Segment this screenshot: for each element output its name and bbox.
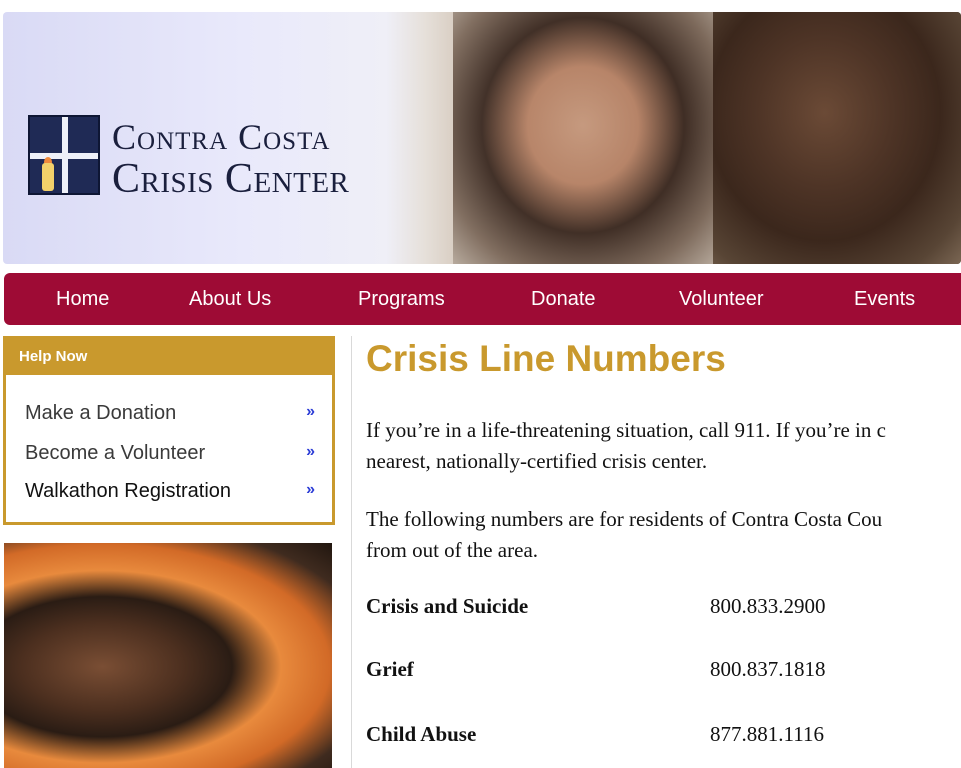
residents-line-1: The following numbers are for residents …	[366, 507, 883, 531]
logo-line2: Crisis Center	[112, 156, 350, 202]
grief-label: Grief	[366, 657, 414, 681]
sidebar-item-label: Make a Donation	[25, 402, 177, 424]
nav-events[interactable]: Events	[854, 288, 915, 311]
header-photo-man	[713, 12, 961, 264]
crisis-suicide-label: Crisis and Suicide	[366, 594, 529, 618]
logo-line1: Contra Costa	[112, 117, 331, 157]
logo-window-icon	[28, 115, 100, 195]
crisis-suicide-number[interactable]: 800.833.2900	[710, 594, 826, 619]
sidebar-item-make-donation[interactable]: Make a Donation »	[25, 402, 315, 425]
column-divider	[351, 336, 352, 768]
intro-paragraph: If you’re in a life-threatening situatio…	[366, 415, 961, 477]
nav-volunteer[interactable]: Volunteer	[679, 288, 764, 311]
nav-about-us[interactable]: About Us	[189, 288, 271, 311]
child-abuse-label: Child Abuse	[366, 722, 477, 746]
nav-donate[interactable]: Donate	[531, 288, 596, 311]
intro-line-2: nearest, nationally-certified crisis cen…	[366, 449, 708, 473]
sidebar-item-become-volunteer[interactable]: Become a Volunteer »	[25, 442, 315, 465]
header-photo-woman	[453, 12, 713, 264]
help-now-box: Help Now Make a Donation » Become a Volu…	[3, 336, 335, 525]
main-nav: Home About Us Programs Donate Volunteer …	[4, 273, 961, 325]
residents-paragraph: The following numbers are for residents …	[366, 504, 961, 566]
grief-number[interactable]: 800.837.1818	[710, 657, 826, 682]
double-chevron-right-icon: »	[306, 481, 315, 498]
help-now-title: Help Now	[6, 339, 332, 375]
page-title: Crisis Line Numbers	[366, 338, 726, 379]
logo-text: Contra Costa Crisis Center	[112, 119, 349, 200]
site-logo[interactable]: Contra Costa Crisis Center	[28, 115, 428, 200]
sidebar-photo-teens	[4, 543, 332, 768]
nav-programs[interactable]: Programs	[358, 288, 445, 311]
nav-home[interactable]: Home	[56, 288, 109, 311]
double-chevron-right-icon: »	[306, 443, 315, 460]
sidebar-item-walkathon-registration[interactable]: Walkathon Registration »	[25, 480, 315, 503]
sidebar-item-label: Walkathon Registration	[25, 480, 232, 502]
double-chevron-right-icon: »	[306, 403, 315, 420]
child-abuse-number[interactable]: 877.881.1116	[710, 722, 824, 747]
intro-line-1: If you’re in a life-threatening situatio…	[366, 418, 886, 442]
header-banner: Contra Costa Crisis Center	[3, 12, 961, 264]
residents-line-2: from out of the area.	[366, 538, 539, 562]
sidebar-item-label: Become a Volunteer	[25, 442, 206, 464]
